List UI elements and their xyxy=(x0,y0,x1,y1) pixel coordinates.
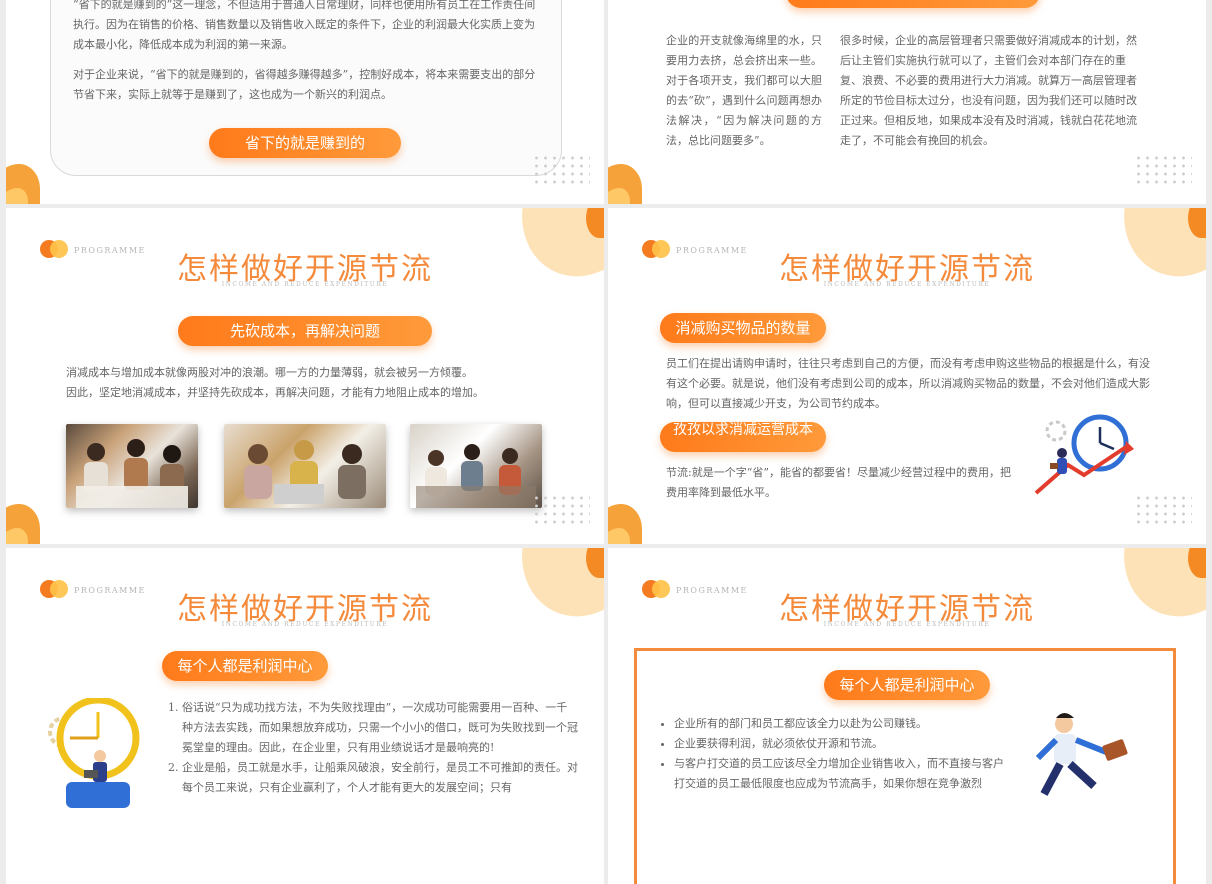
body-line-2: 因此，坚定地消减成本，并坚持先砍成本，再解决问题，才能有力地阻止成本的增加。 xyxy=(66,386,484,399)
running-businessman-illustration xyxy=(1035,713,1128,796)
photo-team-meeting-1 xyxy=(66,424,198,508)
dot-grid-decoration xyxy=(1134,494,1192,524)
pill-profit-center: 每个人都是利润中心 xyxy=(162,651,328,681)
list-item: 企业是船，员工就是水手，让船乘风破浪，安全前行，是员工不可推卸的责任。对每个员工… xyxy=(182,758,578,798)
card-paragraph-2: 对于企业来说，“省下的就是赚到的，省得越多赚得越多”，控制好成本，将本来需要支出… xyxy=(73,68,536,101)
pill-reduce-operating-costs: 孜孜以求消减运营成本 xyxy=(660,422,826,452)
profit-bullets: 企业所有的部门和员工都应该全力以赴为公司赚钱。 企业要获得利润，就必须依仗开源和… xyxy=(658,714,1004,794)
page-subtitle: INCOME AND REDUCE EXPENDITURE xyxy=(823,621,991,628)
column-right: 很多时候，企业的高层管理者只需要做好消减成本的计划，然后让主管们实施执行就可以了… xyxy=(840,34,1137,147)
dot-grid-decoration xyxy=(532,154,590,184)
list-item: 俗话说“只为成功找方法，不为失败找理由”，一次成功可能需要用一百种、一千种方法去… xyxy=(182,698,578,758)
profit-list: 俗话说“只为成功找方法，不为失败找理由”，一次成功可能需要用一百种、一千种方法去… xyxy=(164,698,578,798)
slide-reduce-purchases: PROGRAMME 怎样做好开源节流 INCOME AND REDUCE EXP… xyxy=(608,208,1206,544)
card-text: “省下的就是赚到的”这一理念，不但适用于普通人日常理财，同样也使用所有员工在工作… xyxy=(73,0,543,115)
purchase-text: 员工们在提出请购申请时，往往只考虑到自己的方便，而没有考虑申购这些物品的根据是什… xyxy=(666,357,1150,410)
photo-team-meeting-3 xyxy=(410,424,542,508)
page-subtitle: INCOME AND REDUCE EXPENDITURE xyxy=(221,281,389,288)
list-item: 企业要获得利润，就必须依仗开源和节流。 xyxy=(674,734,1004,754)
pill-savings: 省下的就是赚到的 xyxy=(209,128,401,158)
page-subtitle: INCOME AND REDUCE EXPENDITURE xyxy=(823,281,991,288)
card-paragraph-1: “省下的就是赚到的”这一理念，不但适用于普通人日常理财，同样也使用所有员工在工作… xyxy=(73,0,536,51)
list-item: 企业所有的部门和员工都应该全力以赴为公司赚钱。 xyxy=(674,714,1004,734)
photo-team-meeting-2 xyxy=(224,424,386,508)
pill-cut-costs: 先砍成本，再解决问题 xyxy=(178,316,432,346)
operating-cost-text: 节流:就是一个字“省”，能省的都要省！尽量减少经营过程中的费用，把费用率降到最低… xyxy=(666,466,1011,499)
dot-grid-decoration xyxy=(532,494,590,524)
slide-open-source-photos: PROGRAMME 怎样做好开源节流 INCOME AND REDUCE EXP… xyxy=(6,208,604,544)
list-item: 与客户打交道的员工应该尽全力增加企业销售收入，而不直接与客户打交道的员工最低限度… xyxy=(674,754,1004,794)
clock-runner-illustration xyxy=(1034,414,1134,495)
slide-profit-center-bullets: PROGRAMME 怎样做好开源节流 INCOME AND REDUCE EXP… xyxy=(608,548,1206,884)
slide-cut-costs-first: 先砍成本，再解决问题 企业的开支就像海绵里的水，只要用力去挤，总会挤出来一些。对… xyxy=(608,0,1206,204)
body-text: 消减成本与增加成本就像两股对冲的浪潮。哪一方的力量薄弱，就会被另一方倾覆。 因此… xyxy=(66,363,566,403)
dot-grid-decoration xyxy=(1134,154,1192,184)
pill-profit-center: 每个人都是利润中心 xyxy=(824,670,990,700)
slide-savings: “省下的就是赚到的”这一理念，不但适用于普通人日常理财，同样也使用所有员工在工作… xyxy=(6,0,604,204)
pill-reduce-purchases: 消减购买物品的数量 xyxy=(660,313,826,343)
body-line-1: 消减成本与增加成本就像两股对冲的浪潮。哪一方的力量薄弱，就会被另一方倾覆。 xyxy=(66,366,473,379)
pill-cut-costs: 先砍成本，再解决问题 xyxy=(786,0,1040,8)
slide-profit-center-list: PROGRAMME 怎样做好开源节流 INCOME AND REDUCE EXP… xyxy=(6,548,604,884)
page-subtitle: INCOME AND REDUCE EXPENDITURE xyxy=(221,621,389,628)
clock-businessman-illustration xyxy=(48,698,140,808)
column-left: 企业的开支就像海绵里的水，只要用力去挤，总会挤出来一些。对于各项开支，我们都可以… xyxy=(666,34,822,147)
